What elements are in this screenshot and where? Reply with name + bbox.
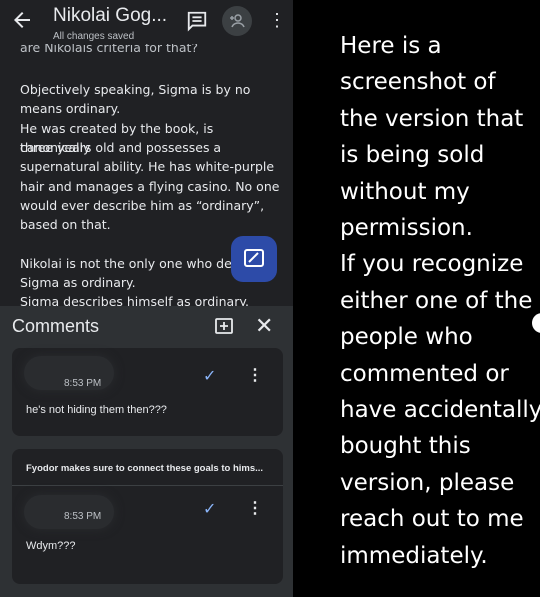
caption-line: bought this: [340, 433, 471, 460]
caption-text: Here is a screenshot of the version that…: [340, 28, 540, 574]
doc-line: Sigma describes himself as ordinary. Sig…: [20, 294, 249, 306]
doc-line: Objectively speaking, Sigma is by no: [20, 82, 251, 97]
edit-fab-button[interactable]: [231, 236, 277, 282]
back-arrow-icon[interactable]: [10, 8, 34, 32]
doc-line: means ordinary.: [20, 101, 121, 116]
comments-header: Comments: [12, 316, 100, 336]
add-person-icon: [230, 14, 245, 28]
doc-line: supernatural ability. He has white-purpl…: [20, 159, 275, 174]
more-vert-icon[interactable]: ⋮: [247, 498, 263, 518]
more-vert-icon[interactable]: ⋮: [268, 9, 286, 31]
caption-line: without my: [340, 178, 470, 205]
comment-time: 8:53 PM: [64, 378, 102, 389]
divider: [12, 485, 283, 486]
caption-line: reach out to me: [340, 506, 524, 533]
close-icon[interactable]: ✕: [255, 315, 273, 337]
caption-line: version, please: [340, 469, 515, 496]
edit-icon: [244, 249, 264, 267]
comment-icon[interactable]: [186, 10, 208, 32]
doc-line: hair and manages a flying casino. No one: [20, 179, 280, 194]
caption-line: is being sold: [340, 142, 485, 169]
quoted-text: Fyodor makes sure to connect these goals…: [26, 463, 264, 474]
doc-line: based on that.: [20, 217, 111, 232]
resolve-check-icon[interactable]: ✓: [203, 366, 216, 386]
add-comment-icon[interactable]: [214, 317, 234, 337]
save-status: All changes saved: [53, 31, 135, 42]
caption-line: If you recognize: [340, 251, 524, 278]
doc-line: would ever describe him as “ordinary”,: [20, 198, 265, 213]
add-person-button[interactable]: [222, 6, 252, 36]
resolve-check-icon[interactable]: ✓: [203, 499, 216, 519]
comment-card[interactable]: 8:53 PM ✓ ⋮ he's not hiding them then???: [12, 348, 283, 436]
doc-line: three years old and possesses a: [20, 140, 222, 155]
caption-line: permission.: [340, 215, 473, 242]
caption-line: the version that: [340, 105, 524, 132]
doc-cut-line: are Nikolais criteria for that?: [20, 44, 199, 55]
caption-line: Here is a: [340, 33, 442, 59]
caption-line: immediately.: [340, 542, 488, 569]
caption-line: commented or: [340, 360, 509, 387]
comment-text: Wdym???: [26, 540, 76, 552]
caption-line: either one of the: [340, 287, 533, 314]
more-vert-icon[interactable]: ⋮: [247, 365, 263, 385]
caption-line: people who: [340, 324, 473, 351]
comment-text: he's not hiding them then???: [26, 404, 167, 416]
caption-line: screenshot of: [340, 69, 496, 96]
comments-panel: Comments ✕ 8:53 PM ✓ ⋮ he's not hiding t…: [0, 306, 293, 597]
document-title: Nikolai Gog...: [53, 5, 168, 26]
comment-time: 8:53 PM: [64, 511, 102, 522]
top-app-bar: Nikolai Gog... All changes saved ⋮: [0, 0, 293, 44]
comment-card[interactable]: Fyodor makes sure to connect these goals…: [12, 449, 283, 584]
phone-screenshot: Nikolai Gog... All changes saved ⋮ are N…: [0, 0, 293, 597]
caption-line: have accidentally: [340, 397, 540, 424]
